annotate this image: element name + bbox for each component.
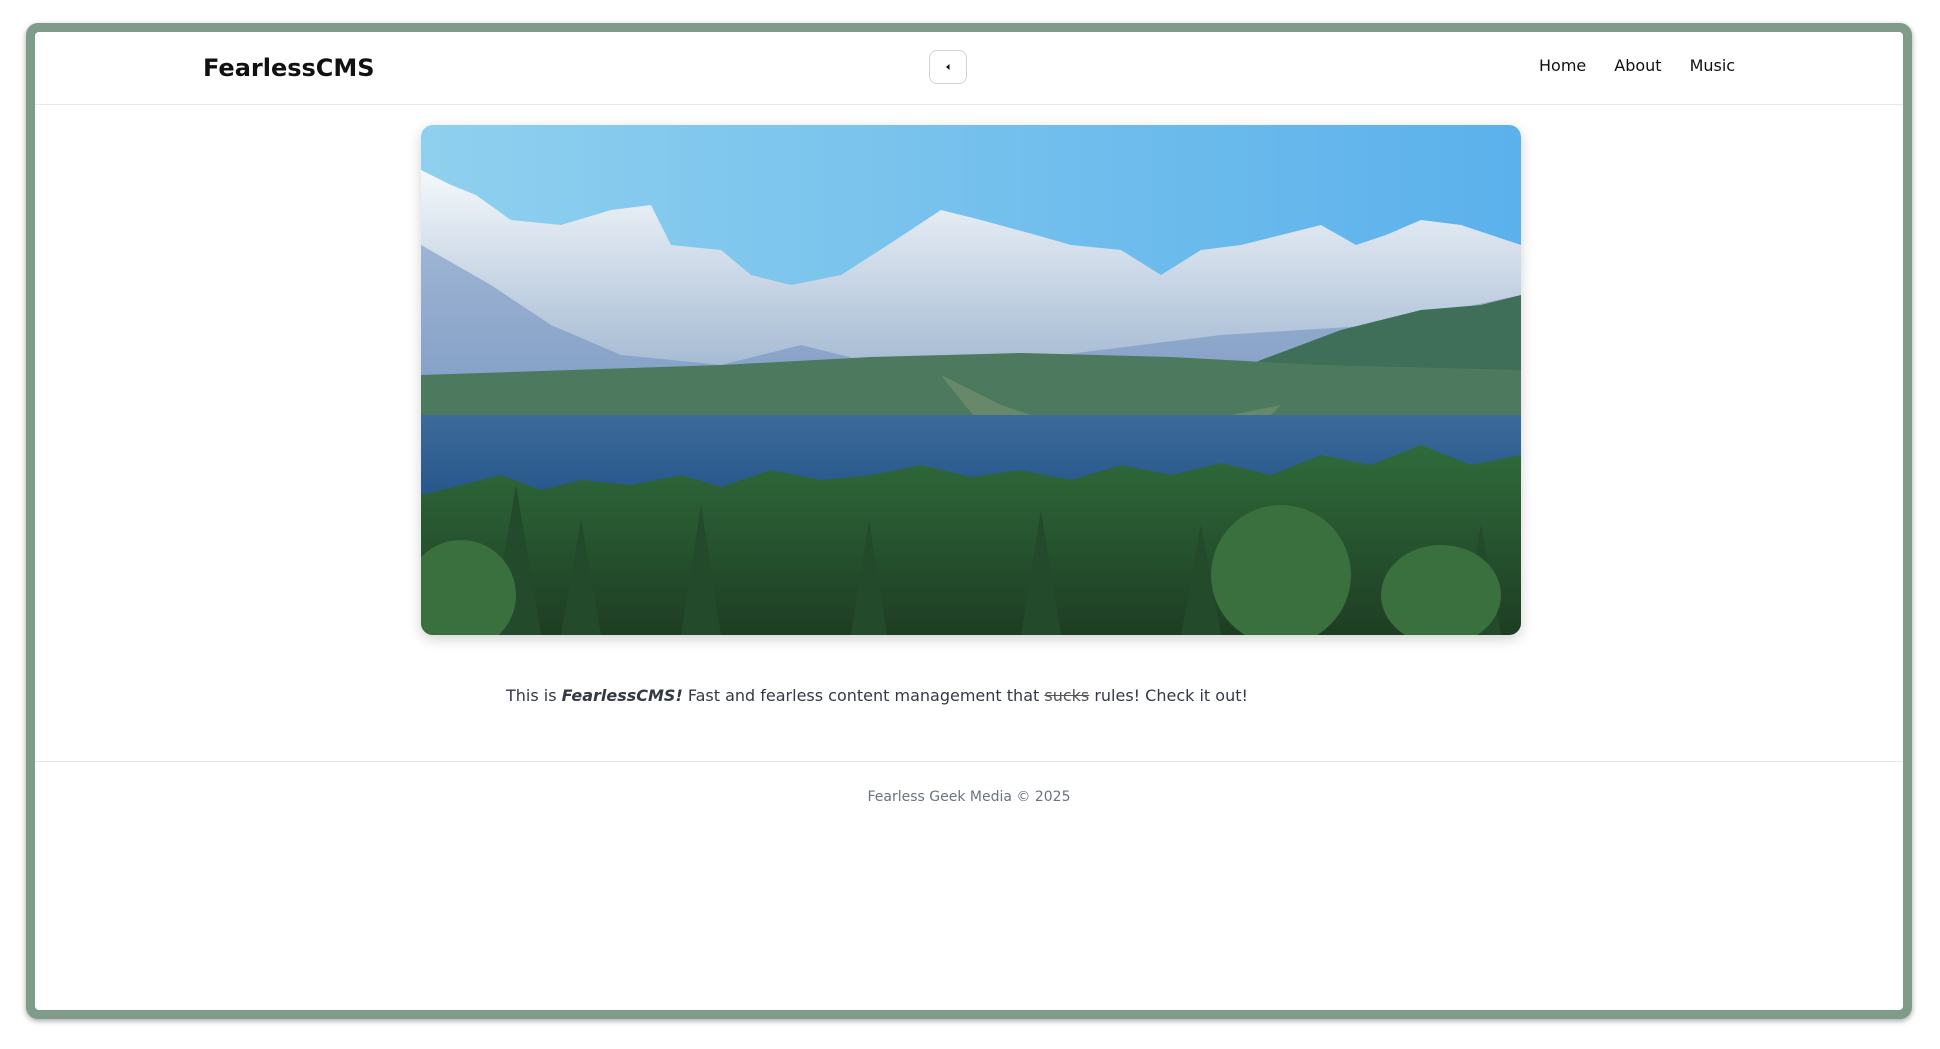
- site-header: FearlessCMS Home About Music: [35, 32, 1903, 105]
- sidebar-toggle-button[interactable]: [929, 50, 967, 84]
- intro-text-start: This is: [506, 686, 562, 705]
- intro-strikethrough-word: sucks: [1044, 686, 1090, 705]
- footer-divider: [35, 761, 1903, 762]
- nav-link-about[interactable]: About: [1614, 56, 1661, 75]
- main-nav: Home About Music: [1539, 56, 1735, 75]
- browser-window: FearlessCMS Home About Music This is Fea…: [26, 23, 1912, 1019]
- intro-text-end: rules! Check it out!: [1089, 686, 1248, 705]
- chevron-left-icon: [946, 64, 950, 70]
- intro-paragraph: This is FearlessCMS! Fast and fearless c…: [506, 686, 1248, 705]
- nav-link-home[interactable]: Home: [1539, 56, 1586, 75]
- footer-copyright: Fearless Geek Media © 2025: [867, 789, 1071, 805]
- intro-text-middle: Fast and fearless content management tha…: [682, 686, 1045, 705]
- intro-brand-emphasis: FearlessCMS!: [561, 686, 683, 705]
- nav-link-music[interactable]: Music: [1690, 56, 1736, 75]
- page-viewport: FearlessCMS Home About Music This is Fea…: [35, 32, 1903, 1010]
- brand-logo-text[interactable]: FearlessCMS: [203, 54, 375, 82]
- hero-image: [421, 125, 1521, 635]
- mountain-landscape-illustration: [421, 125, 1521, 635]
